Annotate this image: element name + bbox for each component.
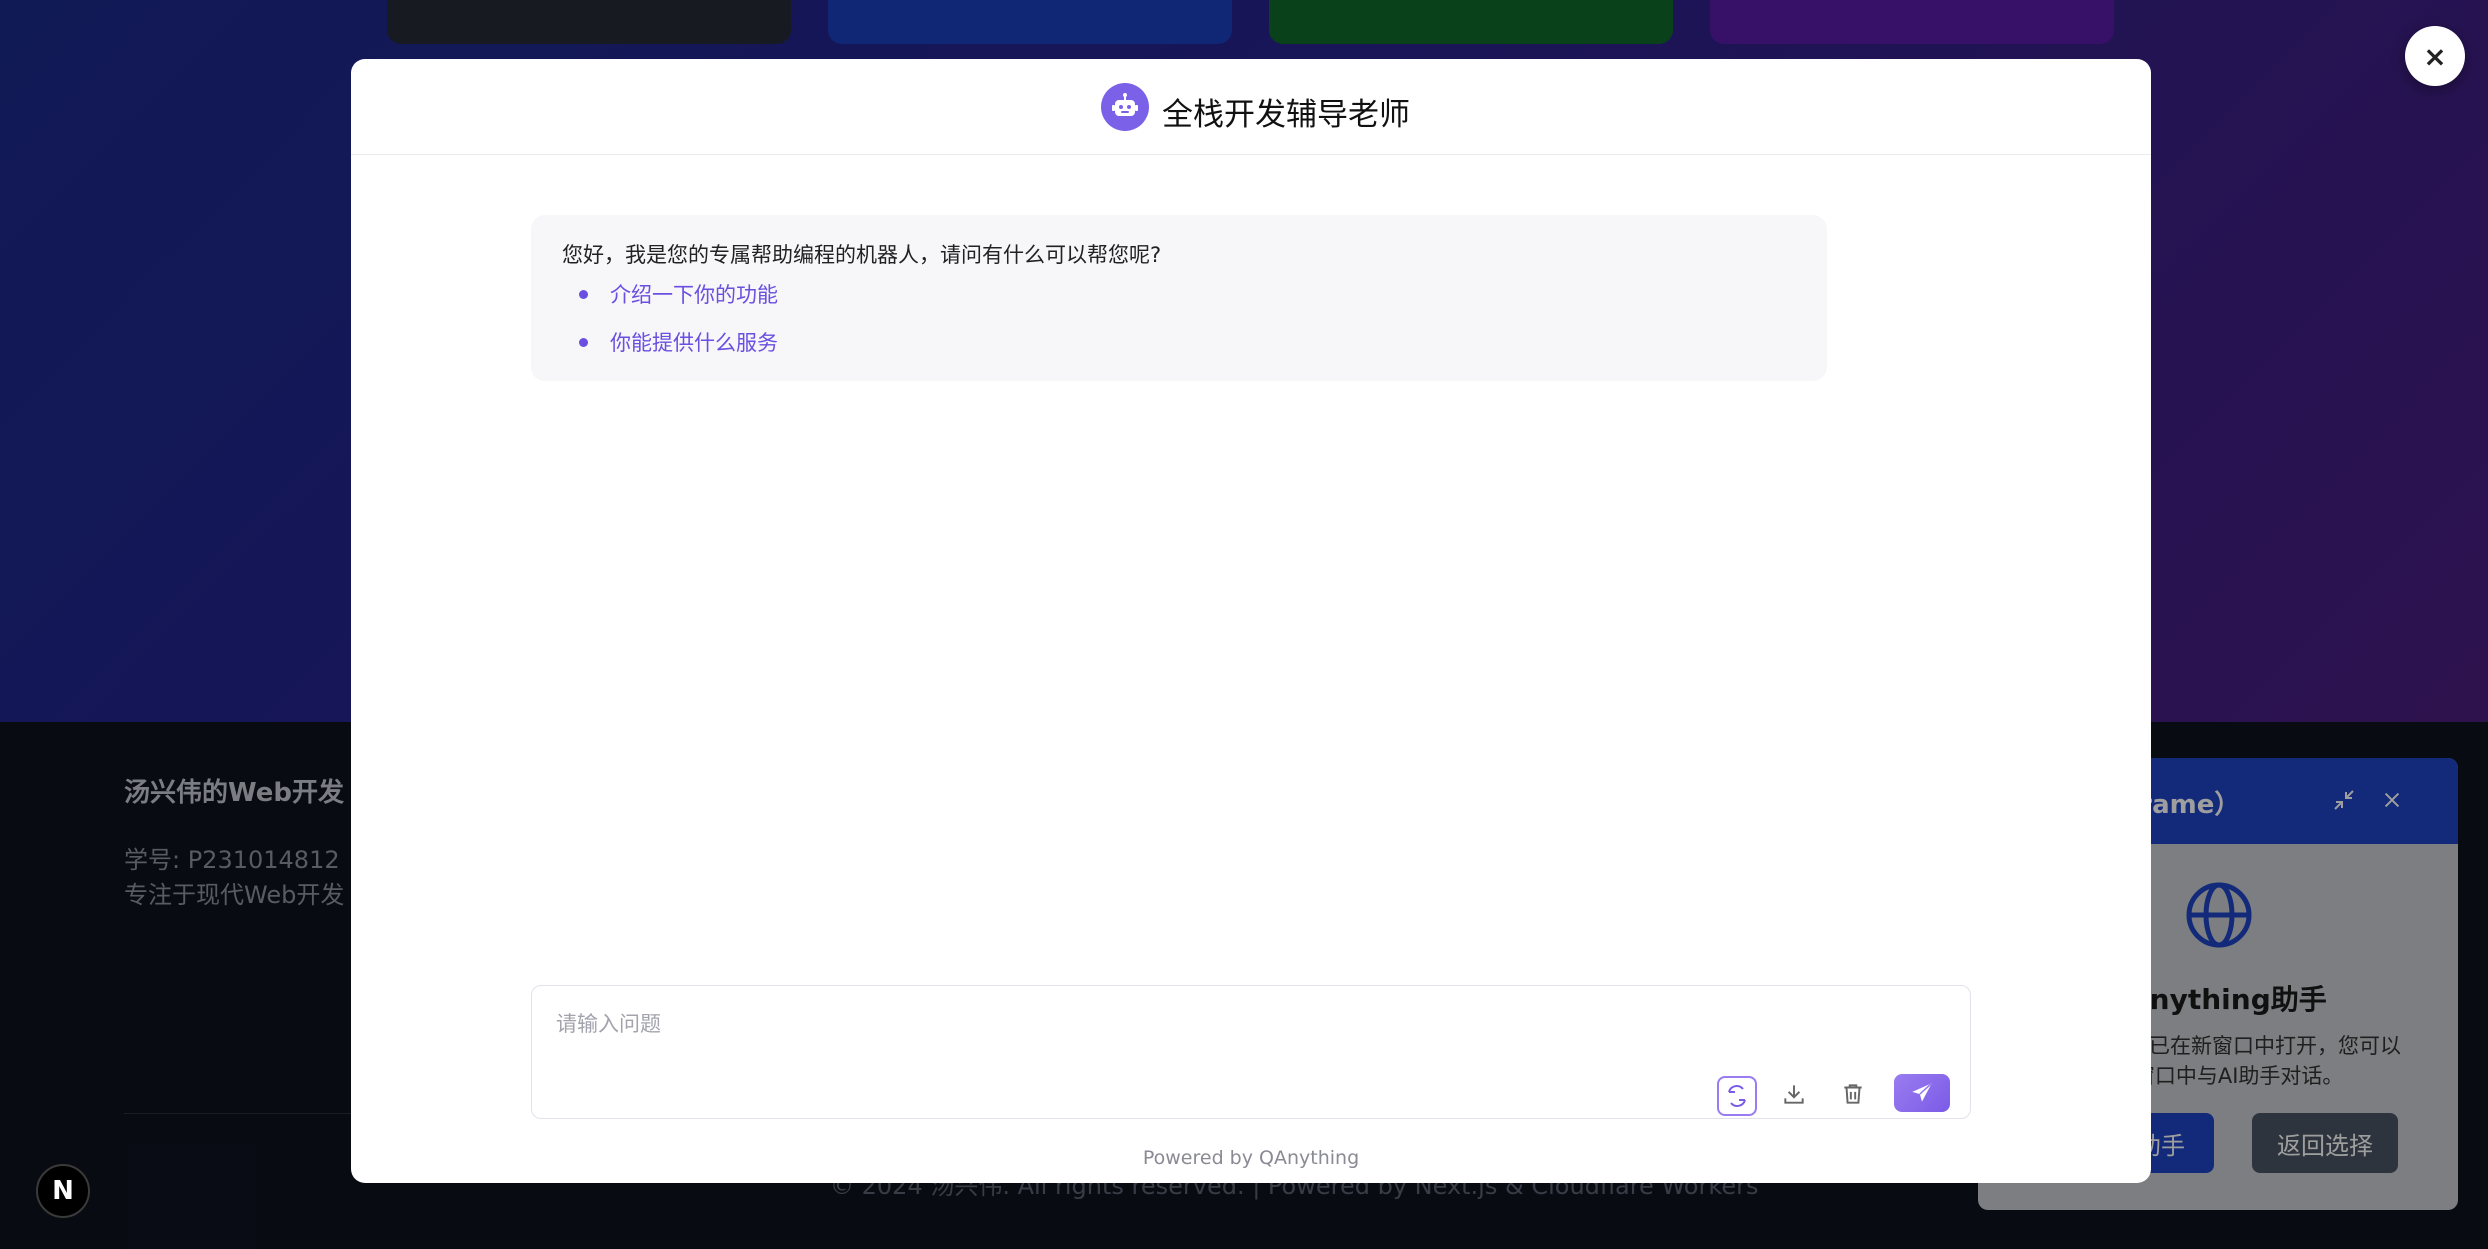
suggestion-label: 介绍一下你的功能 (610, 283, 778, 307)
send-button[interactable] (1894, 1074, 1950, 1112)
close-icon: × (2423, 39, 2447, 73)
modal-title: 全栈开发辅导老师 (1162, 97, 1410, 133)
suggestion-label: 你能提供什么服务 (610, 331, 778, 355)
powered-by-text: Powered by QAnything (1142, 1147, 1360, 1169)
download-icon[interactable] (1776, 1076, 1812, 1112)
modal-header: 全栈开发辅导老师 (351, 59, 2151, 155)
nextjs-badge[interactable]: N (36, 1164, 90, 1218)
bot-message: 您好，我是您的专属帮助编程的机器人，请问有什么可以帮您呢? 介绍一下你的功能 你… (531, 215, 1827, 381)
chat-input-box (531, 985, 1971, 1119)
bot-greeting: 您好，我是您的专属帮助编程的机器人，请问有什么可以帮您呢? (562, 243, 1162, 267)
recycle-icon[interactable] (1717, 1076, 1757, 1116)
trash-icon[interactable] (1835, 1076, 1871, 1112)
chat-modal: 全栈开发辅导老师 您好，我是您的专属帮助编程的机器人，请问有什么可以帮您呢? 介… (351, 59, 2151, 1183)
bullet-icon (579, 289, 588, 299)
question-input[interactable] (554, 1006, 1938, 1042)
robot-icon (1101, 83, 1149, 131)
bullet-icon (579, 337, 588, 347)
close-modal-button[interactable]: × (2405, 26, 2465, 86)
send-icon (1912, 1082, 1933, 1102)
suggestion-item[interactable]: 介绍一下你的功能 (579, 279, 778, 309)
suggestion-item[interactable]: 你能提供什么服务 (579, 327, 778, 357)
